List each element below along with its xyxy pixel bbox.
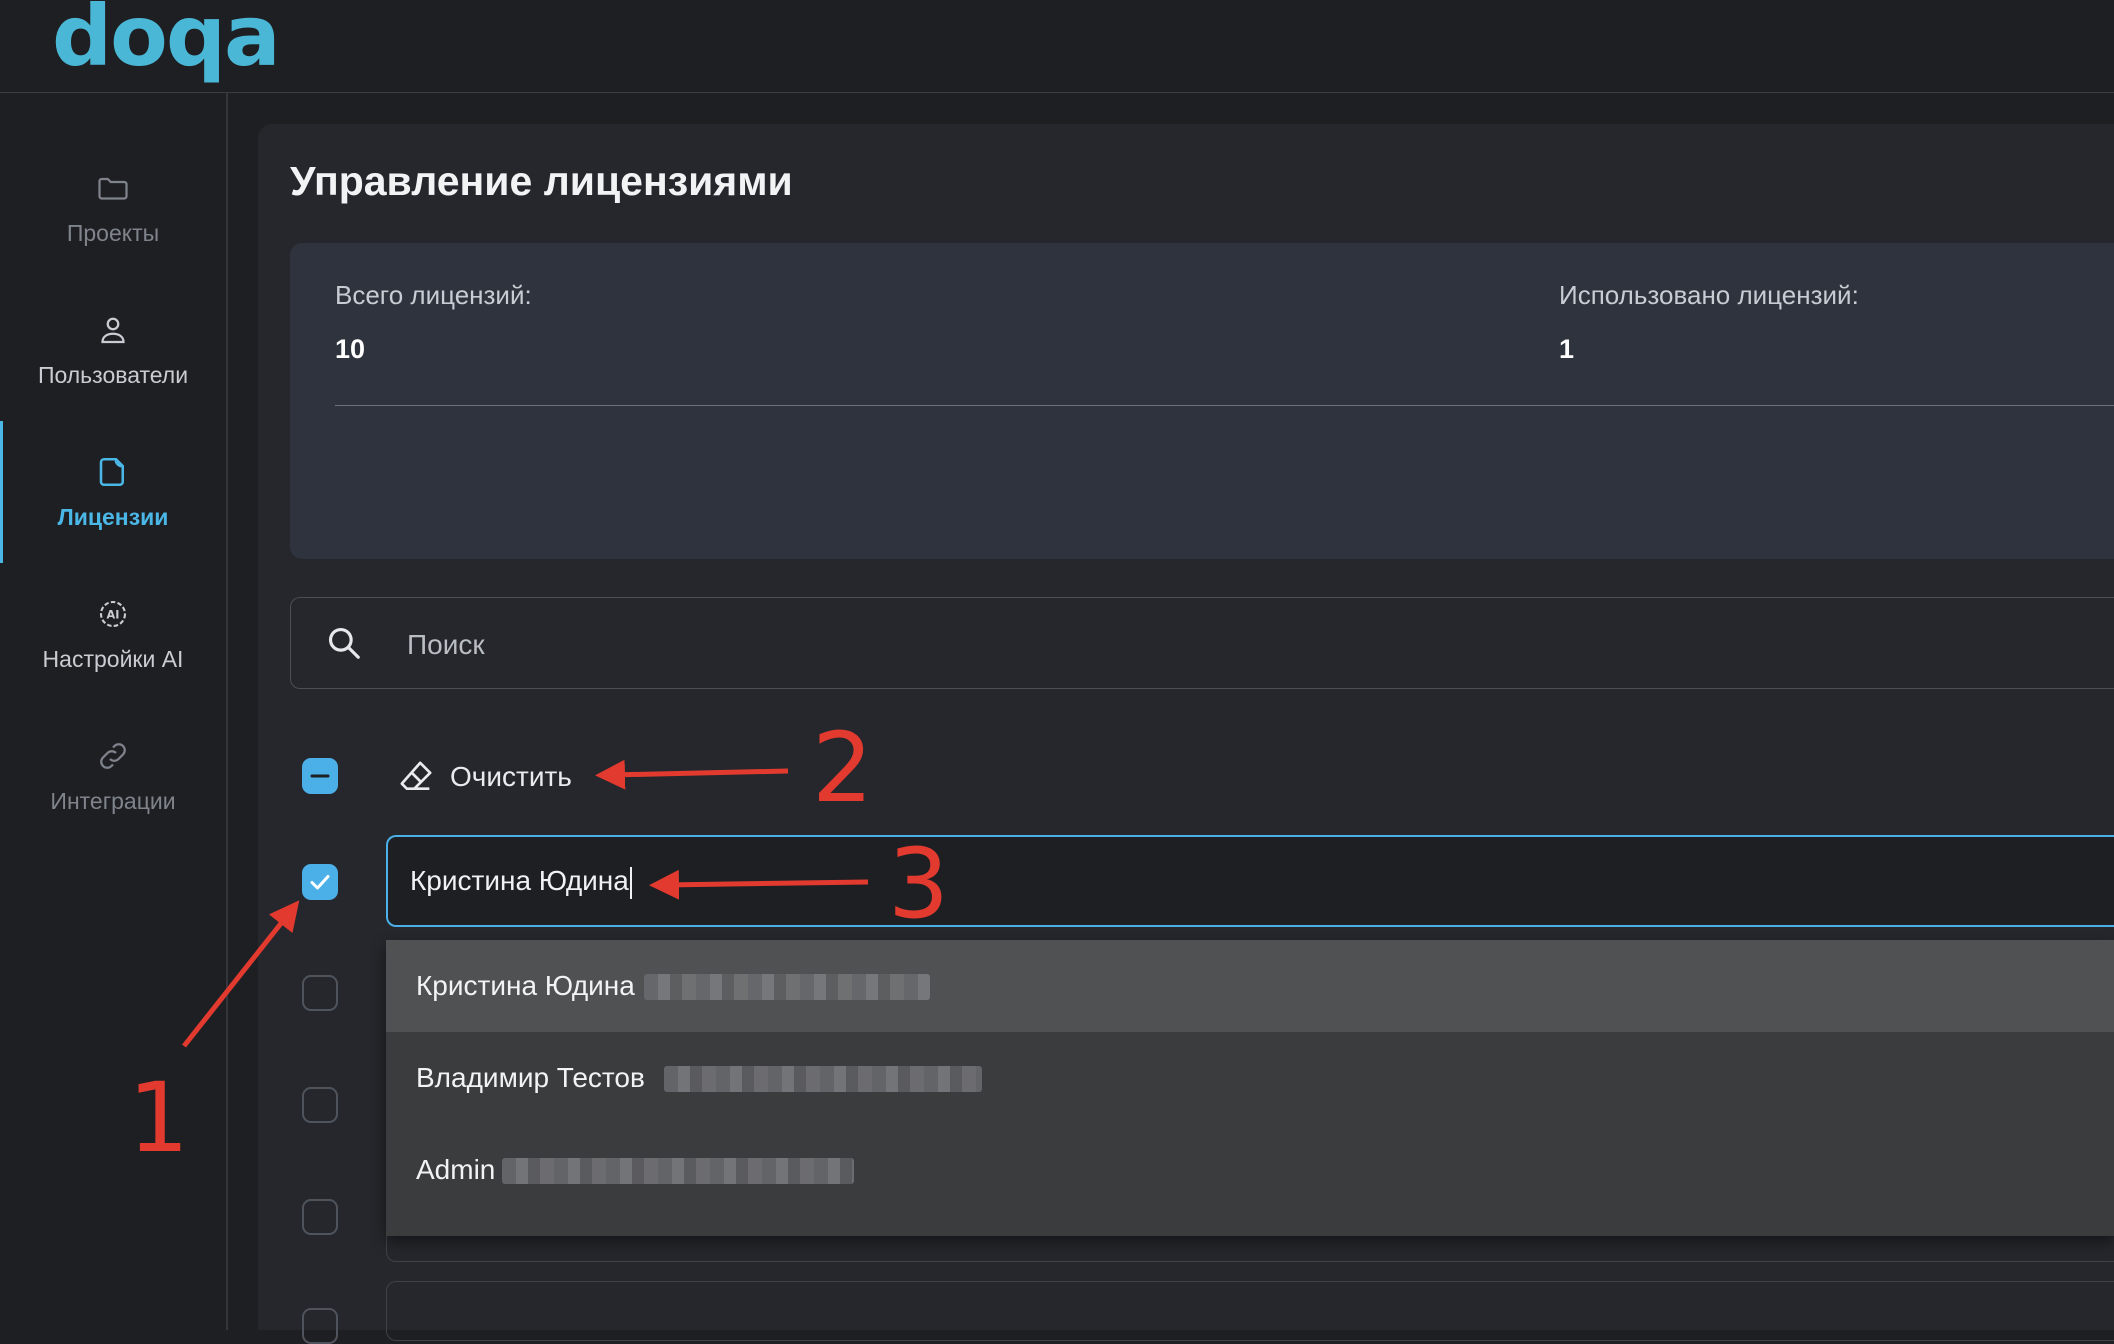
license-stats-card: Всего лицензий: 10 Использовано лицензий… [290, 243, 2114, 559]
ai-icon: AI [99, 600, 127, 627]
redacted-email [664, 1066, 982, 1092]
sidebar-item-integrations[interactable]: Интеграции [0, 705, 226, 847]
page-title: Управление лицензиями [290, 158, 793, 204]
sidebar: Проекты Пользователи Лицензии AI Настрой… [0, 93, 228, 1330]
user-icon [101, 317, 125, 343]
svg-text:AI: AI [107, 608, 120, 621]
checkmark-icon [310, 875, 330, 890]
search-icon [328, 627, 360, 659]
top-header: doqa [0, 0, 2114, 93]
sidebar-item-label: Интеграции [50, 787, 176, 814]
sidebar-item-licenses[interactable]: Лицензии [0, 421, 226, 563]
total-licenses-value: 10 [335, 334, 366, 364]
sidebar-item-label: Настройки AI [42, 645, 184, 672]
row-checkbox[interactable] [302, 975, 338, 1011]
sidebar-item-label: Проекты [66, 219, 160, 246]
text-caret [629, 866, 632, 899]
sidebar-item-label: Лицензии [57, 503, 169, 530]
annotation-number-1: 1 [128, 1062, 190, 1174]
user-name-value: Кристина Юдина [410, 865, 632, 899]
eraser-icon [400, 761, 432, 790]
row-checkbox[interactable] [302, 1087, 338, 1123]
row-checkbox[interactable] [302, 864, 338, 900]
dropdown-option[interactable]: Кристина Юдина [386, 940, 2114, 1032]
link-icon [100, 742, 126, 769]
search-input[interactable] [405, 618, 2009, 672]
dropdown-option[interactable]: Admin [386, 1124, 2114, 1216]
user-suggestions-dropdown: Кристина Юдина Владимир Тестов Admin [386, 940, 2114, 1236]
option-name: Кристина Юдина [416, 970, 635, 1001]
annotation-number-3: 3 [888, 828, 950, 940]
sidebar-item-label: Пользователи [37, 361, 189, 388]
option-name: Владимир Тестов [416, 1062, 645, 1093]
sidebar-item-ai-settings[interactable]: AI Настройки AI [0, 563, 226, 705]
dropdown-option[interactable]: Владимир Тестов [386, 1032, 2114, 1124]
redacted-email [644, 974, 930, 1000]
option-name: Admin [416, 1154, 496, 1185]
user-row-field[interactable] [386, 1281, 2114, 1341]
license-icon [99, 457, 125, 486]
minus-icon [310, 774, 330, 778]
row-checkbox[interactable] [302, 1308, 338, 1344]
annotation-number-2: 2 [812, 712, 874, 824]
search-box [290, 597, 2114, 689]
folder-icon [98, 177, 128, 200]
stats-divider [335, 405, 2114, 406]
clear-button[interactable]: Очистить [396, 752, 572, 802]
sidebar-item-users[interactable]: Пользователи [0, 279, 226, 421]
select-all-checkbox[interactable] [302, 758, 338, 794]
total-licenses-label: Всего лицензий: [335, 280, 532, 310]
user-name-input[interactable]: Кристина Юдина [386, 835, 2114, 927]
row-checkbox[interactable] [302, 1199, 338, 1235]
used-licenses-value: 1 [1559, 334, 1575, 364]
clear-button-label: Очистить [450, 761, 572, 792]
doqa-logo[interactable]: doqa [52, 0, 281, 78]
used-licenses-label: Использовано лицензий: [1559, 280, 1859, 310]
redacted-email [502, 1158, 854, 1184]
sidebar-item-projects[interactable]: Проекты [0, 137, 226, 279]
